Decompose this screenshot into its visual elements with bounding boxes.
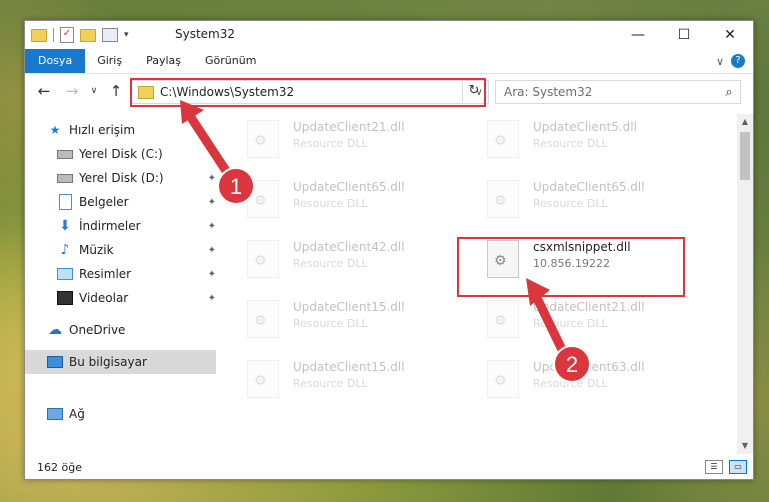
arrow-2 (526, 278, 571, 363)
callout-label-1: 1 (230, 174, 242, 199)
callout-overlay: 1 2 (180, 100, 591, 383)
callout-label-2: 2 (566, 352, 578, 377)
callout-badge-2: 2 (553, 345, 591, 383)
callout-badge-1: 1 (217, 167, 255, 205)
arrow-1 (180, 100, 237, 185)
